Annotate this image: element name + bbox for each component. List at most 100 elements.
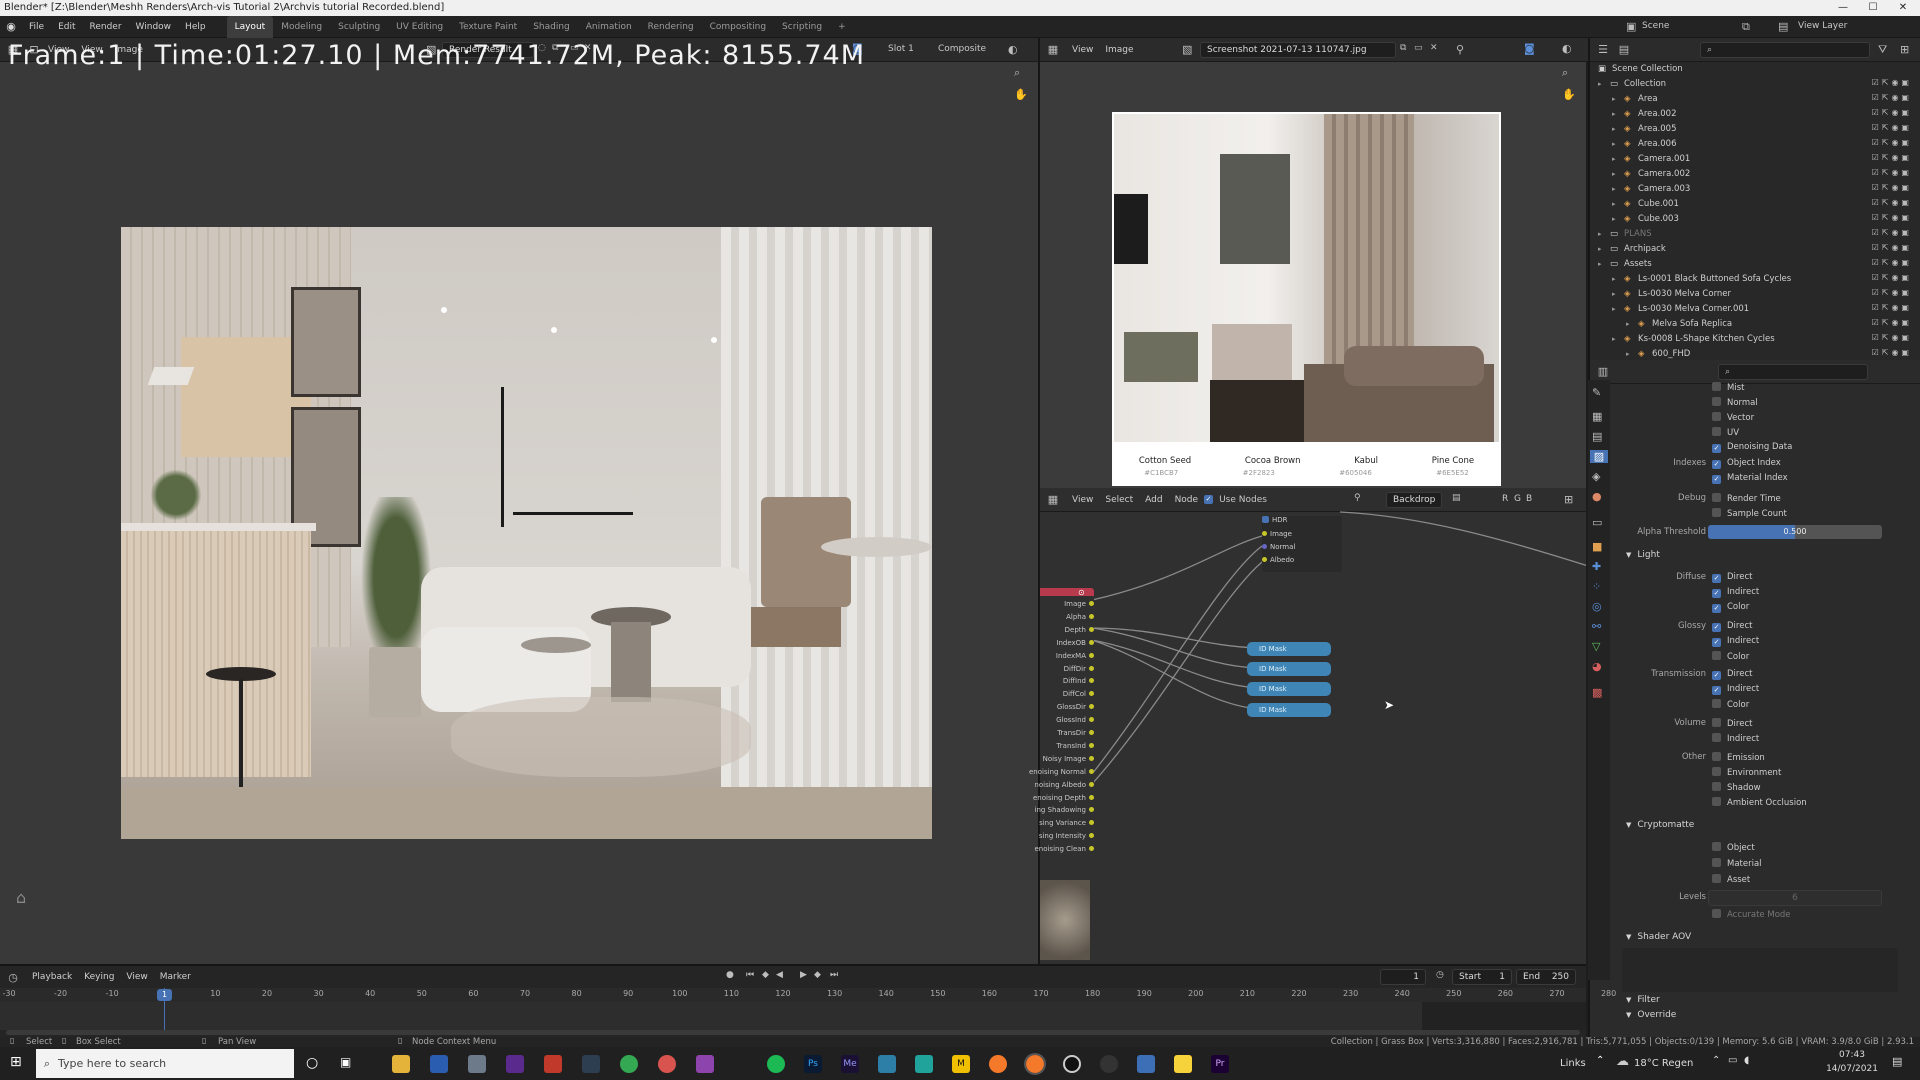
pass-checkbox-row[interactable]: ✓ Direct [1712,572,1752,583]
panel-header[interactable]: ▼ Filter [1626,995,1660,1005]
pass-checkbox-row[interactable]: Sample Count [1712,508,1787,519]
pass-checkbox-row[interactable]: ✓ Color [1712,602,1749,613]
visibility-toggles-icon[interactable]: ☑⇱◉▣ [1872,228,1912,237]
render-layer-output-socket[interactable]: DiffCol [1063,690,1094,698]
pass-checkbox-row[interactable]: ✓ Material Index [1712,473,1788,484]
open-image-icon[interactable]: ▭ [1414,43,1423,53]
checkbox[interactable]: ✓ [1712,460,1721,469]
expand-arrow-icon[interactable]: ▸ [1612,170,1616,178]
outliner-search-input[interactable]: ⌕ [1700,42,1870,58]
pass-checkbox-row[interactable]: Render Time [1712,493,1781,504]
pass-checkbox-row[interactable]: Material [1712,858,1762,869]
visibility-toggles-icon[interactable]: ☑⇱◉▣ [1872,138,1912,147]
visibility-toggles-icon[interactable]: ☑⇱◉▣ [1872,168,1912,177]
expand-arrow-icon[interactable]: ▸ [1612,125,1616,133]
levels-field[interactable]: 6 [1708,890,1882,906]
app-icon[interactable] [1137,1055,1155,1073]
menu-playback[interactable]: Playback [26,965,78,989]
render-layer-output-socket[interactable]: GlossDir [1057,703,1094,711]
filter-icon[interactable]: ⛛ [1878,43,1887,57]
pass-checkbox-row[interactable]: Shadow [1712,782,1761,793]
checkbox[interactable] [1712,858,1721,867]
expand-arrow-icon[interactable]: ▸ [1612,305,1616,313]
visibility-toggles-icon[interactable]: ☑⇱◉▣ [1872,348,1912,357]
denoise-input-hdr[interactable]: HDR [1262,516,1288,524]
scene-selector[interactable]: Scene [1642,21,1669,31]
calculator-icon[interactable] [468,1055,486,1073]
checkbox[interactable] [1712,397,1721,406]
id-mask-node[interactable]: ID Mask [1247,682,1331,696]
pass-checkbox-row[interactable]: UV [1712,427,1739,438]
pass-checkbox-row[interactable]: Vector [1712,412,1754,423]
outliner-row[interactable]: ▸ ▭ Collection ☑⇱◉▣ [1590,77,1920,92]
visibility-toggles-icon[interactable]: ☑⇱◉▣ [1872,333,1912,342]
outliner-row[interactable]: ▸ ◈ Camera.003 ☑⇱◉▣ [1590,182,1920,197]
aov-list[interactable] [1622,948,1898,992]
visibility-toggles-icon[interactable]: ☑⇱◉▣ [1872,198,1912,207]
expand-arrow-icon[interactable]: ▸ [1612,290,1616,298]
id-mask-node[interactable]: ID Mask [1247,662,1331,676]
outliner-row[interactable]: ▸ ▭ Assets ☑⇱◉▣ [1590,257,1920,272]
checkbox[interactable]: ✓ [1712,638,1721,647]
menu-window[interactable]: Window [129,16,179,38]
maximize-button[interactable]: ☐ [1858,0,1888,16]
expand-arrow-icon[interactable]: ▸ [1598,245,1602,253]
pass-checkbox-row[interactable]: Asset [1712,874,1750,885]
pass-checkbox-row[interactable]: ✓ Indirect [1712,636,1759,647]
pass-checkbox-row[interactable]: ✓ Direct [1712,621,1752,632]
visibility-toggles-icon[interactable]: ☑⇱◉▣ [1872,243,1912,252]
render-layer-output-socket[interactable]: sing Intensity [1039,832,1094,840]
expand-arrow-icon[interactable]: ▸ [1612,275,1616,283]
object-tab-icon[interactable]: ■ [1592,540,1602,553]
pan-hand-icon[interactable]: ✋ [1562,88,1576,101]
outliner-row[interactable]: ▸ ◈ Area.002 ☑⇱◉▣ [1590,107,1920,122]
timeline-scrollbar[interactable] [6,1030,1580,1035]
new-collection-icon[interactable]: ⊞ [1900,43,1909,56]
weather-text[interactable]: 18°C Regen [1634,1058,1693,1069]
play-reverse-icon[interactable]: ◀ [776,970,783,980]
visibility-toggles-icon[interactable]: ☑⇱◉▣ [1872,93,1912,102]
render-layer-output-socket[interactable]: DiffInd [1063,677,1094,685]
chrome-icon[interactable] [658,1055,676,1073]
panel-header[interactable]: ▼ Cryptomatte [1626,820,1694,830]
pass-checkbox-row[interactable]: Emission [1712,752,1765,763]
pass-checkbox-row[interactable]: Indirect [1712,733,1759,744]
denoise-input-normal[interactable]: Normal [1262,543,1295,551]
jump-keyframe-fwd-icon[interactable]: ◆ [814,970,821,980]
render-layer-output-socket[interactable]: Alpha [1066,613,1094,621]
pan-hand-icon[interactable]: ✋ [1014,88,1028,101]
checkbox[interactable]: ✓ [1712,671,1721,680]
timeline[interactable]: ◷ Playback Keying View Marker ● ⏮ ◆ ◀ ▶ … [0,964,1616,1037]
image-browse-icon[interactable]: ▧ [1182,43,1192,56]
visibility-toggles-icon[interactable]: ☑⇱◉▣ [1872,123,1912,132]
checkbox[interactable] [1712,699,1721,708]
outliner[interactable]: ☰ ▤ ⌕ ⛛ ⊞ ▣ Scene Collection ▸ ▭ Collectio… [1588,38,1920,360]
visibility-toggles-icon[interactable]: ☑⇱◉▣ [1872,288,1912,297]
unlink-image-icon[interactable]: ✕ [1430,43,1438,53]
render-layer-output-socket[interactable]: Noisy Image [1043,755,1094,763]
menu-file[interactable]: File [22,16,51,38]
checkbox[interactable] [1712,909,1721,918]
checkbox[interactable]: ✓ [1712,475,1721,484]
checkbox[interactable] [1712,752,1721,761]
id-mask-node[interactable]: ID Mask [1247,703,1331,717]
pass-checkbox-row[interactable]: Object [1712,842,1755,853]
app-icon[interactable] [1063,1055,1081,1073]
tab-rendering[interactable]: Rendering [640,16,702,38]
pass-checkbox-row[interactable]: ✓ Indirect [1712,587,1759,598]
tab-animation[interactable]: Animation [578,16,640,38]
checkbox[interactable] [1712,874,1721,883]
visibility-toggles-icon[interactable]: ☑⇱◉▣ [1872,213,1912,222]
pass-checkbox-row[interactable]: ✓ Object Index [1712,458,1781,469]
tab-uv-editing[interactable]: UV Editing [388,16,451,38]
id-mask-node[interactable]: ID Mask [1247,642,1331,656]
volume-icon[interactable]: ◖ [1744,1055,1749,1066]
tab-texture-paint[interactable]: Texture Paint [451,16,525,38]
panel-header[interactable]: ▼ Light [1626,550,1660,560]
modifier-tab-icon[interactable]: ✚ [1592,560,1601,573]
menu-edit[interactable]: Edit [51,16,82,38]
windows-start-icon[interactable]: ⊞ [10,1054,22,1070]
tray-chevron-icon[interactable]: ⌃ [1712,1055,1720,1066]
view-layer-selector[interactable]: View Layer [1798,21,1847,31]
visibility-toggles-icon[interactable]: ☑⇱◉▣ [1872,303,1912,312]
